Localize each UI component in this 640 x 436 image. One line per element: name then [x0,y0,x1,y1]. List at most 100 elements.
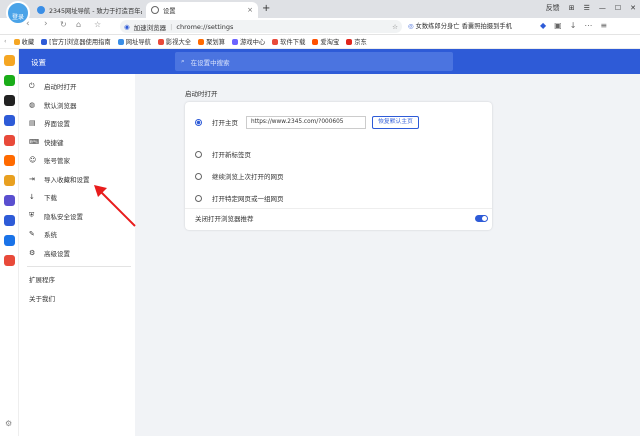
rocket-icon[interactable]: ◆ [540,21,546,30]
maximize-icon[interactable]: ☐ [615,4,621,12]
star-icon[interactable]: ☆ [94,20,101,29]
sidebar-item[interactable]: ⌨ 快捷键 [29,133,64,151]
user-icon: ☺ [29,156,37,164]
side-app-icon[interactable] [4,175,15,186]
extension-icon[interactable]: ▣ [554,21,562,30]
expand-icon[interactable]: ‹ [4,38,7,45]
settings-search-input[interactable]: ⌕ 在设置中搜索 [175,52,453,71]
tab-2345[interactable]: 2345网址导航 - 致力于打造百年品牌 × [32,2,142,18]
bookmark-icon [231,38,238,45]
tab-strip: 2345网址导航 - 致力于打造百年品牌 × 设置 × + 反馈 ⊞ ☰ — ☐… [0,0,640,18]
settings-favicon-icon [151,6,159,14]
side-app-icon[interactable] [4,155,15,166]
side-app-icon[interactable] [4,135,15,146]
sidebar-item[interactable]: 扩展程序 [29,270,55,288]
window-close-icon[interactable]: ✕ [630,4,636,12]
option-row[interactable]: 继续浏览上次打开的网页 [185,164,492,188]
account-link[interactable]: 反馈 [546,3,560,13]
address-bar[interactable]: ◉ 加速浏览器 | chrome://settings ☆ [120,20,402,33]
address-url[interactable]: chrome://settings [176,23,233,31]
side-app-icon[interactable] [4,235,15,246]
side-app-icon[interactable] [4,255,15,266]
keyboard-icon: ⌨ [29,137,40,146]
minimize-icon[interactable]: — [599,4,606,12]
settings-content: ⏻ 启动时打开 ◍ 默认浏览器 ▤ 界面设置 ⌨ 快捷键 ☺ 账号管家 ⇥ 导入收藏和设置 ↓ 下载 ⛨ 隐私… [19,74,640,436]
bookmark-item[interactable]: 爱淘宝 [312,37,339,46]
bookmark-icon [117,38,124,45]
option-radio[interactable] [195,150,202,158]
side-app-icon[interactable] [4,195,15,206]
bookmark-item[interactable]: 聚划算 [198,37,225,46]
sidebar-item[interactable]: ⏻ 启动时打开 [29,77,77,95]
bookmark-item[interactable]: 影视大全 [157,37,191,46]
window-controls: 反馈 ⊞ ☰ — ☐ ✕ [546,3,636,13]
bookmark-icon [13,38,20,45]
refresh-icon[interactable]: ↻ [60,20,67,29]
sidebar-item[interactable]: ◍ 默认浏览器 [29,96,77,114]
option-row[interactable]: 打开新标签页 [185,142,492,166]
news-icon: ◎ [408,23,414,30]
address-site: 加速浏览器 [133,23,167,32]
side-app-icon[interactable] [4,95,15,106]
startup-card: 打开主页 https://www.2345.com/?000605 恢复默认主页… [185,102,492,230]
side-app-bar: ⚙ [0,49,19,436]
forward-icon[interactable]: › [44,19,48,29]
startup-section-title: 启动时打开 [185,90,218,98]
sidebar-item[interactable]: ⇥ 导入收藏和设置 [29,170,90,188]
sidebar-divider [27,266,131,267]
shield-icon: ◉ [124,22,130,31]
homepage-url-input[interactable]: https://www.2345.com/?000605 [246,115,366,129]
news-ticker[interactable]: ◎ 女数练郎分身亡 香囊照拍摄到手机 [408,21,536,30]
bookmarks-bar: ‹ 收藏 [官方]浏览器使用指南 网址导航 影视大全 聚划算 游戏中心 软件下载 爱淘宝 京东 [0,35,640,49]
tab-settings[interactable]: 设置 × [146,2,258,18]
download-icon[interactable]: ↓ [570,21,577,30]
sidebar-item[interactable]: ↓ 下载 [29,188,57,206]
new-tab-button[interactable]: + [262,3,270,14]
annotation-arrow [94,185,136,227]
close-icon[interactable]: × [247,6,253,14]
side-app-icon[interactable] [4,215,15,226]
download-icon: ↓ [29,193,35,201]
gear-icon[interactable]: ⚙ [5,419,12,428]
tab-title: 2345网址导航 - 致力于打造百年品牌 [49,7,142,15]
option-radio[interactable] [195,194,202,202]
recommend-toggle[interactable] [475,215,488,222]
power-icon: ⏻ [29,81,35,90]
bookmark-item[interactable]: [官方]浏览器使用指南 [41,37,111,46]
bookmark-item[interactable]: 收藏 [13,37,34,46]
homepage-radio[interactable] [195,118,202,126]
bookmark-item[interactable]: 京东 [346,37,367,46]
sidebar-item[interactable]: ⚙ 高级设置 [29,244,70,262]
sidebar-item[interactable]: ⛨ 隐私安全设置 [29,207,83,225]
more-icon[interactable]: ⋯ [584,21,592,30]
bookmark-item[interactable]: 软件下载 [272,37,305,46]
search-placeholder: 在设置中搜索 [190,58,230,67]
bookmark-icon [346,38,353,45]
side-app-icon[interactable] [4,115,15,126]
wrench-icon: ✎ [29,230,35,238]
settings-header: 设置 ⌕ 在设置中搜索 [19,49,640,74]
avatar[interactable]: 登录 [6,1,30,25]
bookmark-item[interactable]: 网址导航 [117,37,151,46]
home-icon[interactable]: ⌂ [76,20,81,29]
restore-homepage-button[interactable]: 恢复默认主页 [372,115,419,129]
menu-icon[interactable]: ≡ [600,21,607,30]
sidebar-item[interactable]: ☺ 账号管家 [29,151,70,169]
sidebar-item[interactable]: ▤ 界面设置 [29,114,70,132]
settings-sidebar: ⏻ 启动时打开 ◍ 默认浏览器 ▤ 界面设置 ⌨ 快捷键 ☺ 账号管家 ⇥ 导入收藏和设置 ↓ 下载 ⛨ 隐私… [19,74,135,436]
option-radio[interactable] [195,172,202,180]
gear-icon: ⚙ [29,248,36,257]
import-icon: ⇥ [29,174,35,183]
sidebar-item[interactable]: 关于我们 [29,289,55,307]
bookmark-star-icon[interactable]: ☆ [392,23,398,31]
side-app-icon[interactable] [4,75,15,86]
sidebar-item[interactable]: ✎ 系统 [29,225,57,243]
search-icon: ⌕ [181,57,185,65]
menu-icon[interactable]: ☰ [584,4,590,12]
homepage-row: 打开主页 https://www.2345.com/?000605 恢复默认主页 [185,110,492,134]
bookmark-item[interactable]: 游戏中心 [231,37,265,46]
skin-icon[interactable]: ⊞ [569,4,575,12]
bookmark-icon [272,38,279,45]
side-app-icon[interactable] [4,55,15,66]
bookmark-icon [157,38,164,45]
